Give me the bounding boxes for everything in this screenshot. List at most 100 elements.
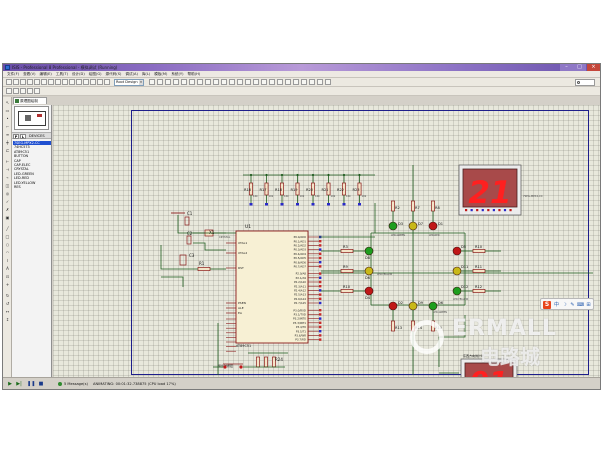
pan-icon[interactable] [76, 79, 82, 85]
subcircuit-icon[interactable]: ⊏ [4, 148, 11, 154]
generator-icon[interactable] [27, 88, 33, 94]
probe-voltage-icon[interactable]: ✓ [4, 199, 11, 205]
menu-item[interactable]: 文件(F) [5, 71, 21, 78]
chevron-down-icon[interactable]: ▾ [139, 80, 143, 85]
cut-icon[interactable] [165, 79, 171, 85]
virtual-instrument-icon[interactable]: ▣ [4, 215, 11, 221]
grid-icon[interactable]: ⊞ [585, 301, 592, 309]
zoom-all-icon[interactable] [97, 79, 103, 85]
menu-item[interactable]: 编辑(E) [38, 71, 54, 78]
new-sheet-icon[interactable] [285, 79, 291, 85]
mirror-y-icon[interactable]: ↕ [4, 317, 11, 323]
probe-current-icon[interactable]: ✗ [4, 207, 11, 213]
generator-icon[interactable]: ◎ [4, 191, 11, 197]
maximize-button[interactable]: □ [573, 64, 586, 71]
play-icon[interactable]: ▶ [7, 381, 13, 387]
text-icon[interactable]: A [4, 266, 11, 272]
ime-logo-icon[interactable]: S [543, 301, 551, 309]
logic-analyzer-icon[interactable] [13, 88, 19, 94]
step-icon[interactable]: ▶| [16, 381, 22, 387]
stop-icon[interactable]: ■ [38, 381, 44, 387]
zoom-area-icon[interactable] [104, 79, 110, 85]
zoom-out-icon[interactable] [90, 79, 96, 85]
netlist-icon[interactable] [325, 79, 331, 85]
import-icon[interactable] [27, 79, 33, 85]
path-icon[interactable]: ⌇ [4, 258, 11, 264]
keyboard-icon[interactable]: ⌨ [577, 301, 584, 309]
junction-icon[interactable]: • [4, 116, 11, 122]
schematic-canvas[interactable]: U1 AT89C51 XTAL1 XTAL2 RST PSEN ALE EA P0.0/AD0 P… [53, 105, 600, 377]
component-mode-icon[interactable]: ▭ [4, 108, 11, 114]
copy-icon[interactable] [173, 79, 179, 85]
close-button[interactable]: × [587, 64, 600, 71]
package-tool-icon[interactable] [237, 79, 243, 85]
bom-icon[interactable] [309, 79, 315, 85]
design-select[interactable]: Root Design ▾ [114, 79, 144, 86]
tape-icon[interactable]: ◫ [4, 183, 11, 189]
line-icon[interactable]: ╱ [4, 226, 11, 232]
block-move-icon[interactable] [197, 79, 203, 85]
save-icon[interactable] [20, 79, 26, 85]
menu-item[interactable]: 工具(T) [54, 71, 70, 78]
menu-item[interactable]: 库(L) [140, 71, 152, 78]
pause-icon[interactable]: ❚❚ [27, 381, 35, 387]
rotate-ccw-icon[interactable]: ↺ [4, 301, 11, 307]
block-rotate-icon[interactable] [205, 79, 211, 85]
mirror-x-icon[interactable]: ↔ [4, 309, 11, 315]
symbol-icon[interactable]: ⊡ [4, 274, 11, 280]
area-icon[interactable] [48, 79, 54, 85]
origin-icon[interactable] [69, 79, 75, 85]
selection-mode-icon[interactable]: ↖ [4, 100, 11, 106]
refresh-icon[interactable] [55, 79, 61, 85]
open-file-icon[interactable] [13, 79, 19, 85]
block-delete-icon[interactable] [213, 79, 219, 85]
arc-icon[interactable]: ◠ [4, 250, 11, 256]
search-box[interactable] [575, 79, 595, 86]
library-button[interactable]: L [20, 134, 26, 139]
bus-icon[interactable]: ╪ [4, 140, 11, 146]
instrument-icon[interactable] [6, 88, 12, 94]
menu-item[interactable]: 系统(Y) [169, 71, 185, 78]
menu-item[interactable]: 帮助(H) [186, 71, 203, 78]
grid-toggle-icon[interactable] [62, 79, 68, 85]
moon-icon[interactable]: ☽ [561, 301, 568, 309]
export-icon[interactable] [34, 79, 40, 85]
menu-item[interactable]: 调试(A) [123, 71, 139, 78]
wire-autorouter-icon[interactable] [253, 79, 259, 85]
new-file-icon[interactable] [6, 79, 12, 85]
oscilloscope-icon[interactable] [20, 88, 26, 94]
minimize-button[interactable]: – [560, 64, 573, 71]
menu-item[interactable]: 绘图(G) [87, 71, 104, 78]
pin-icon[interactable]: ⊣ [4, 167, 11, 173]
search-tag-icon[interactable] [261, 79, 267, 85]
property-tool-icon[interactable] [269, 79, 275, 85]
menu-item[interactable]: 源代码(S) [104, 71, 124, 78]
ime-chinese-toggle[interactable]: 中 [553, 301, 560, 309]
zoom-in-icon[interactable] [83, 79, 89, 85]
message-count[interactable]: 5 Message(s) [58, 380, 88, 388]
menu-item[interactable]: 查看(V) [21, 71, 37, 78]
rotate-cw-icon[interactable]: ↻ [4, 293, 11, 299]
device-list-item[interactable]: RES [13, 185, 51, 189]
terminal-icon[interactable]: ⊢ [4, 159, 11, 165]
pen-icon[interactable]: ✎ [569, 301, 576, 309]
counter-icon[interactable] [34, 88, 40, 94]
menu-item[interactable]: 模板(M) [152, 71, 169, 78]
remove-sheet-icon[interactable] [293, 79, 299, 85]
wire-label-icon[interactable]: ⌐ [4, 124, 11, 130]
overview-preview[interactable] [14, 106, 49, 130]
menu-item[interactable]: 设计(D) [70, 71, 87, 78]
box-icon[interactable]: □ [4, 234, 11, 240]
text-script-icon[interactable]: ≡ [4, 132, 11, 138]
exit-parent-icon[interactable] [301, 79, 307, 85]
design-explorer-icon[interactable] [277, 79, 283, 85]
make-device-icon[interactable] [229, 79, 235, 85]
redo-icon[interactable] [157, 79, 163, 85]
pick-device-icon[interactable] [221, 79, 227, 85]
tab-schematic[interactable]: 原理图绘制 [13, 97, 47, 104]
erc-icon[interactable] [317, 79, 323, 85]
marker-icon[interactable]: + [4, 282, 11, 288]
undo-icon[interactable] [149, 79, 155, 85]
print-icon[interactable] [41, 79, 47, 85]
pick-devices-button[interactable]: P [13, 134, 19, 139]
